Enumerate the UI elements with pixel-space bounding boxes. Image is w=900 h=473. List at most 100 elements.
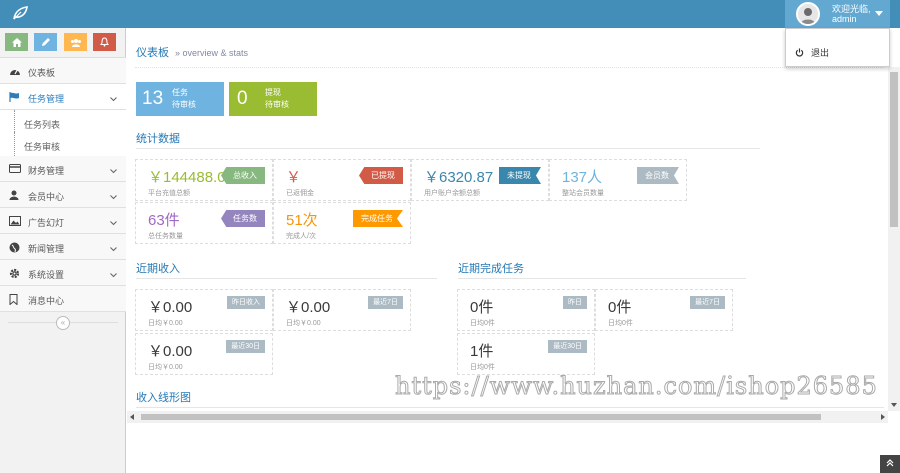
power-icon [795,48,804,57]
income-tag: 昨日收入 [227,296,265,309]
stat-tag: 未提现 [499,167,541,184]
top-navbar: 欢迎光临, admin [0,0,900,28]
infobox-number: 13 [142,88,164,109]
chevron-down-icon [110,244,117,254]
logout-label: 退出 [811,48,830,58]
task-tag: 最近30日 [548,340,587,353]
bookmark-icon [9,294,18,307]
chevron-down-icon [110,166,117,176]
chevron-down-icon [110,218,117,228]
sidebar-item-finance[interactable]: 财务管理 [0,156,126,182]
stat-card-not-withdrawn: ￥6320.87 未提现 用户账户余额总额 [411,159,549,201]
stat-tag: 完成任务 [353,210,403,227]
sidebar: 仪表板 任务管理 任务列表 任务审核 财务管理 会员中心 广告幻灯 新闻管理 系… [0,28,126,473]
stat-sub: 用户账户余额总额 [424,190,480,197]
sidebar-item-news[interactable]: 新闻管理 [0,234,126,260]
submenu-task-review[interactable]: 任务审核 [0,132,126,158]
stat-card-withdrawn: ￥ 已提现 已返佣金 [273,159,411,201]
main-content: 仪表板 » overview & stats 13 任务 待审核 0 提现 待审核… [127,28,888,411]
credit-card-icon [9,164,21,175]
infobox-label: 待审核 [265,100,289,109]
task-value: 0件 [470,299,494,316]
vertical-scroll-thumb[interactable] [890,72,898,227]
section-title-line-chart: 收入线形图 [136,392,191,404]
user-icon [9,190,19,202]
chevron-down-icon [110,192,117,202]
horizontal-scroll-thumb[interactable] [141,414,821,420]
user-name: admin [832,14,857,24]
income-card-7days: ￥0.00 最近7日 日均￥0.00 [273,289,411,331]
user-info: 欢迎光临, admin [832,4,871,24]
sidebar-collapse: « [0,314,126,332]
user-dropdown: 退出 [785,28,890,67]
vertical-scrollbar[interactable] [888,67,900,411]
income-value: ￥0.00 [148,343,193,360]
infobox-pending-withdrawals[interactable]: 0 提现 待审核 [229,82,317,116]
scroll-left-arrow-icon[interactable] [130,414,134,420]
sidebar-shortcuts [0,28,126,58]
avatar [796,2,820,26]
stat-sub: 平台充值总额 [148,190,190,197]
sidebar-item-label: 消息中心 [28,296,65,306]
leaf-logo-icon[interactable] [12,6,28,23]
cog-icon [9,268,20,281]
horizontal-scrollbar[interactable] [127,411,888,423]
scroll-down-arrow-icon[interactable] [891,403,897,407]
sidebar-item-ads[interactable]: 广告幻灯 [0,208,126,234]
sidebar-item-task-management[interactable]: 任务管理 [0,84,126,110]
double-chevron-left-icon[interactable]: « [56,316,70,330]
income-card-yesterday: ￥0.00 昨日收入 日均￥0.00 [135,289,273,331]
stat-tag: 任务数 [221,210,265,227]
sidebar-item-label: 财务管理 [28,166,65,176]
stat-tag: 会员数 [637,167,679,184]
task-sub: 日均0件 [608,320,633,327]
shortcut-bell-button[interactable] [93,33,116,51]
user-menu[interactable]: 欢迎光临, admin [785,0,890,28]
income-sub: 日均￥0.00 [148,320,183,327]
bell-icon [100,37,109,47]
task-tag: 昨日 [563,296,587,309]
infobox-label: 提现 [265,88,281,97]
back-to-top-button[interactable] [880,455,900,473]
shortcut-group-button[interactable] [64,33,87,51]
sidebar-item-members[interactable]: 会员中心 [0,182,126,208]
income-tag: 最近7日 [368,296,403,309]
infobox-pending-tasks[interactable]: 13 任务 待审核 [136,82,224,116]
task-card-7days: 0件 最近7日 日均0件 [595,289,733,331]
logout-menu-item[interactable]: 退出 [795,46,829,59]
stat-card-members: 137人 会员数 整站会员数量 [549,159,687,201]
watermark: https://www.huzhan.com/ishop26585 [395,372,878,401]
income-tag: 最近30日 [226,340,265,353]
sidebar-item-label: 任务管理 [28,94,65,104]
sidebar-item-label: 会员中心 [28,192,65,202]
stat-value: 63件 [148,212,180,229]
shortcut-edit-button[interactable] [34,33,57,51]
task-value: 1件 [470,343,494,360]
stat-sub: 整站会员数量 [562,190,604,197]
pencil-icon [41,38,50,46]
stat-value: ￥ [286,169,302,186]
shortcut-home-button[interactable] [5,33,28,51]
task-value: 0件 [608,299,632,316]
stat-tag: 已提现 [359,167,403,184]
breadcrumb: 仪表板 » overview & stats [136,44,248,60]
stat-sub: 总任务数量 [148,233,183,240]
task-card-30days: 1件 最近30日 日均0件 [457,333,595,375]
sidebar-item-system-settings[interactable]: 系统设置 [0,260,126,286]
page-title: 仪表板 [136,47,169,59]
double-chevron-up-icon [886,459,894,467]
sidebar-item-label: 广告幻灯 [28,218,65,228]
infobox-label: 待审核 [172,100,196,109]
sidebar-item-label: 新闻管理 [28,244,65,254]
globe-icon [9,242,20,255]
page-subtitle: » overview & stats [175,48,249,58]
sidebar-item-label: 仪表板 [28,68,56,78]
sidebar-item-dashboard[interactable]: 仪表板 [0,58,126,84]
chevron-down-icon [110,270,117,280]
income-value: ￥0.00 [148,299,193,316]
scroll-right-arrow-icon[interactable] [881,414,885,420]
sidebar-item-messages[interactable]: 消息中心 [0,286,126,312]
section-divider [136,278,437,279]
home-icon [11,37,22,47]
section-divider [136,407,884,408]
